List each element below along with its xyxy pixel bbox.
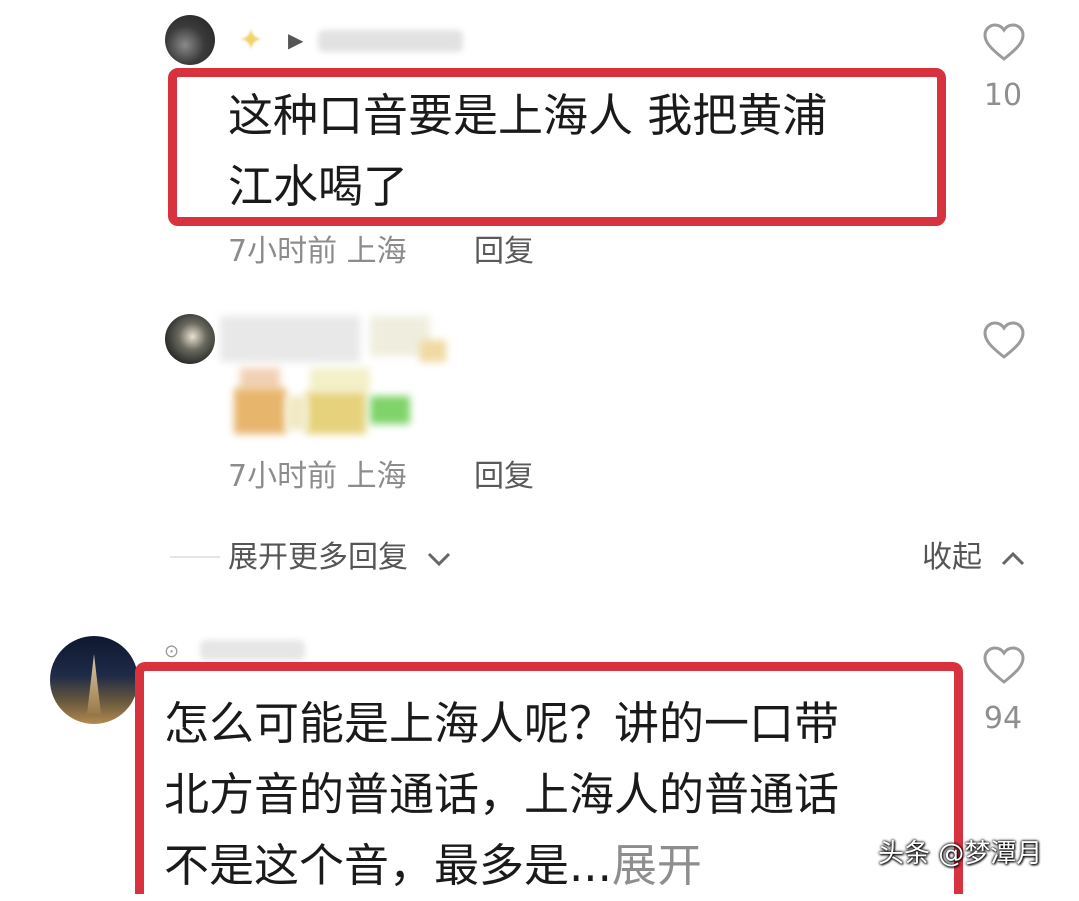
play-arrow-icon: ▶	[288, 28, 304, 52]
heart-outline-icon[interactable]	[982, 22, 1026, 62]
comment-body: 怎么可能是上海人呢？讲的一口带 北方音的普通话，上海人的普通话 不是这个音，最多…	[164, 697, 840, 892]
collapse-button[interactable]: 收起	[922, 540, 1026, 576]
comment-time-location: 7小时前 上海	[228, 459, 407, 494]
avatar[interactable]	[50, 636, 138, 724]
comment-time-location: 7小时前 上海	[228, 234, 407, 269]
like-count: 94	[983, 701, 1023, 736]
avatar[interactable]	[165, 314, 215, 364]
username-blurred[interactable]	[200, 640, 305, 660]
mosaic-content	[220, 316, 450, 436]
username-blurred[interactable]	[318, 30, 463, 52]
like-count: 10	[983, 78, 1023, 113]
comment-text: 这种口音要是上海人 我把黄浦 江水喝了	[228, 89, 828, 213]
heart-outline-icon[interactable]	[982, 645, 1026, 685]
chevron-up-icon	[1001, 551, 1024, 565]
heart-outline-icon[interactable]	[982, 320, 1026, 360]
collapse-label: 收起	[922, 540, 982, 575]
comment-text: 怎么可能是上海人呢？讲的一口带 北方音的普通话，上海人的普通话 不是这个音，最多…	[164, 688, 839, 901]
star-badge-icon: ✦	[238, 23, 264, 58]
reply-button[interactable]: 回复	[474, 234, 534, 270]
reply-button[interactable]: 回复	[474, 459, 534, 495]
expand-more-replies-button[interactable]: 展开更多回复	[228, 540, 452, 576]
watermark: 头条 @梦潭月	[878, 839, 1043, 869]
expand-more-label: 展开更多回复	[228, 540, 408, 575]
expand-button[interactable]: 展开	[612, 839, 702, 892]
location-pin-icon: ⊙	[164, 641, 180, 662]
avatar[interactable]	[165, 15, 215, 65]
chevron-down-icon	[427, 552, 450, 566]
divider	[170, 556, 220, 558]
